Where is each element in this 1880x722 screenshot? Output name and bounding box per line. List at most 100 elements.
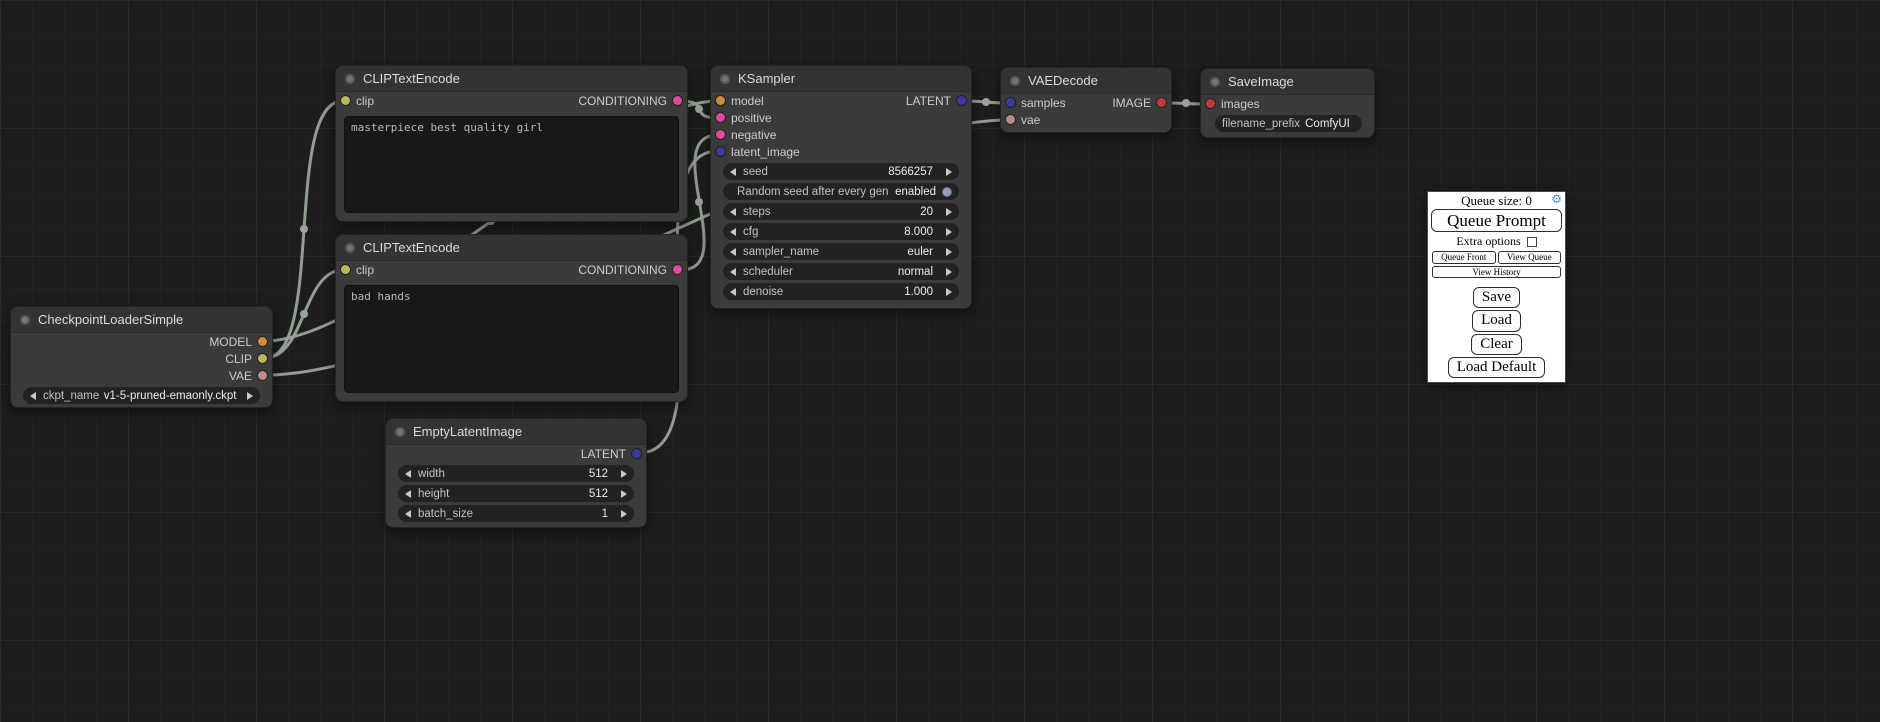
sampler-name-widget[interactable]: sampler_name euler [723,243,959,260]
node-title-bar[interactable]: CLIPTextEncode [336,66,687,92]
clear-button[interactable]: Clear [1471,334,1521,355]
filename-prefix-widget[interactable]: filename_prefix ComfyUI [1215,115,1362,132]
positive-prompt-textarea[interactable]: masterpiece best quality girl [344,116,679,213]
widget-label: sampler_name [743,246,819,258]
ckpt-name-prev-icon[interactable] [30,392,36,400]
batch-size-decrement-icon[interactable] [405,510,411,518]
settings-gear-icon[interactable]: ⚙ [1551,193,1562,206]
width-increment-icon[interactable] [621,470,627,478]
samples-input-dot[interactable] [1006,98,1015,107]
collapse-dot-icon[interactable] [20,315,30,325]
collapse-dot-icon[interactable] [395,427,405,437]
model-output-dot[interactable] [258,337,267,346]
collapse-dot-icon[interactable] [345,243,355,253]
widget-label: ckpt_name [43,390,99,402]
ckpt-name-widget[interactable]: ckpt_name v1-5-pruned-emaonly.ckpt [23,387,260,404]
load-button[interactable]: Load [1472,310,1521,331]
save-button[interactable]: Save [1473,287,1520,308]
negative-input-dot[interactable] [716,130,725,139]
latent-image-input-dot[interactable] [716,147,725,156]
steps-decrement-icon[interactable] [730,208,736,216]
vae-input-dot[interactable] [1006,115,1015,124]
ckpt-name-next-icon[interactable] [247,392,253,400]
steps-increment-icon[interactable] [946,208,952,216]
scheduler-next-icon[interactable] [946,268,952,276]
slot-row: VAE [11,367,272,384]
node-title-bar[interactable]: EmptyLatentImage [386,419,646,445]
conditioning-output-label: CONDITIONING [578,263,667,277]
sampler-name-next-icon[interactable] [946,248,952,256]
negative-prompt-textarea[interactable]: bad hands [344,285,679,393]
node-vae-decode[interactable]: VAEDecode samples IMAGE vae [1000,67,1172,133]
denoise-widget[interactable]: denoise 1.000 [723,283,959,300]
height-decrement-icon[interactable] [405,490,411,498]
steps-widget[interactable]: steps 20 [723,203,959,220]
node-title-bar[interactable]: VAEDecode [1001,68,1171,94]
load-default-button[interactable]: Load Default [1448,357,1546,378]
conditioning-output-dot[interactable] [673,96,682,105]
vae-output-dot[interactable] [258,371,267,380]
scheduler-widget[interactable]: scheduler normal [723,263,959,280]
node-title-bar[interactable]: KSampler [711,66,971,92]
widget-label: seed [743,166,768,178]
positive-input-dot[interactable] [716,113,725,122]
queue-prompt-button[interactable]: Queue Prompt [1431,209,1562,232]
cfg-widget[interactable]: cfg 8.000 [723,223,959,240]
widget-label: denoise [743,286,783,298]
seed-widget[interactable]: seed 8566257 [723,163,959,180]
clip-input-dot[interactable] [341,96,350,105]
node-empty-latent-image[interactable]: EmptyLatentImage LATENT width 512 height… [385,418,647,528]
height-increment-icon[interactable] [621,490,627,498]
widget-label: steps [743,206,771,218]
node-ksampler[interactable]: KSampler model LATENT positive negative … [710,65,972,309]
denoise-decrement-icon[interactable] [730,288,736,296]
images-input-dot[interactable] [1206,99,1215,108]
denoise-increment-icon[interactable] [946,288,952,296]
extra-options-checkbox[interactable] [1527,237,1537,247]
image-output-dot[interactable] [1157,98,1166,107]
node-clip-text-encode-negative[interactable]: CLIPTextEncode clip CONDITIONING bad han… [335,234,688,402]
conditioning-output-dot[interactable] [673,265,682,274]
seed-increment-icon[interactable] [946,168,952,176]
collapse-dot-icon[interactable] [1010,76,1020,86]
node-title: CLIPTextEncode [363,71,460,86]
comfy-menu-panel: Queue size: 0 ⚙ Queue Prompt Extra optio… [1427,191,1566,383]
latent-output-dot[interactable] [957,96,966,105]
widget-label: Random seed after every gen [737,186,889,198]
clip-output-dot[interactable] [258,354,267,363]
batch-size-increment-icon[interactable] [621,510,627,518]
node-title-bar[interactable]: CLIPTextEncode [336,235,687,261]
comfyui-app[interactable]: { "colors": { "model": "#cf8d3c", "clip"… [0,0,1880,722]
collapse-dot-icon[interactable] [720,74,730,84]
node-checkpoint-loader[interactable]: CheckpointLoaderSimple MODEL CLIP VAE ck… [10,306,273,408]
node-clip-text-encode-positive[interactable]: CLIPTextEncode clip CONDITIONING masterp… [335,65,688,222]
queue-front-button[interactable]: Queue Front [1432,251,1496,264]
node-save-image[interactable]: SaveImage images filename_prefix ComfyUI [1200,68,1375,138]
cfg-decrement-icon[interactable] [730,228,736,236]
width-decrement-icon[interactable] [405,470,411,478]
slot-row: clip CONDITIONING [336,261,687,278]
slot-row: CLIP [11,350,272,367]
cfg-increment-icon[interactable] [946,228,952,236]
scheduler-prev-icon[interactable] [730,268,736,276]
model-input-dot[interactable] [716,96,725,105]
widget-label: height [418,488,449,500]
random-seed-toggle-widget[interactable]: Random seed after every gen enabled [723,183,959,200]
widget-value: 20 [920,206,933,218]
node-title-bar[interactable]: CheckpointLoaderSimple [11,307,272,333]
batch-size-widget[interactable]: batch_size 1 [398,505,634,522]
clip-input-dot[interactable] [341,265,350,274]
link-midpoint-dot [300,310,308,318]
widget-label: scheduler [743,266,793,278]
collapse-dot-icon[interactable] [345,74,355,84]
seed-decrement-icon[interactable] [730,168,736,176]
height-widget[interactable]: height 512 [398,485,634,502]
node-title-bar[interactable]: SaveImage [1201,69,1374,95]
view-queue-button[interactable]: View Queue [1498,251,1562,264]
collapse-dot-icon[interactable] [1210,77,1220,87]
toggle-indicator-icon[interactable] [942,187,952,197]
width-widget[interactable]: width 512 [398,465,634,482]
view-history-button[interactable]: View History [1432,266,1561,278]
sampler-name-prev-icon[interactable] [730,248,736,256]
latent-output-dot[interactable] [632,449,641,458]
